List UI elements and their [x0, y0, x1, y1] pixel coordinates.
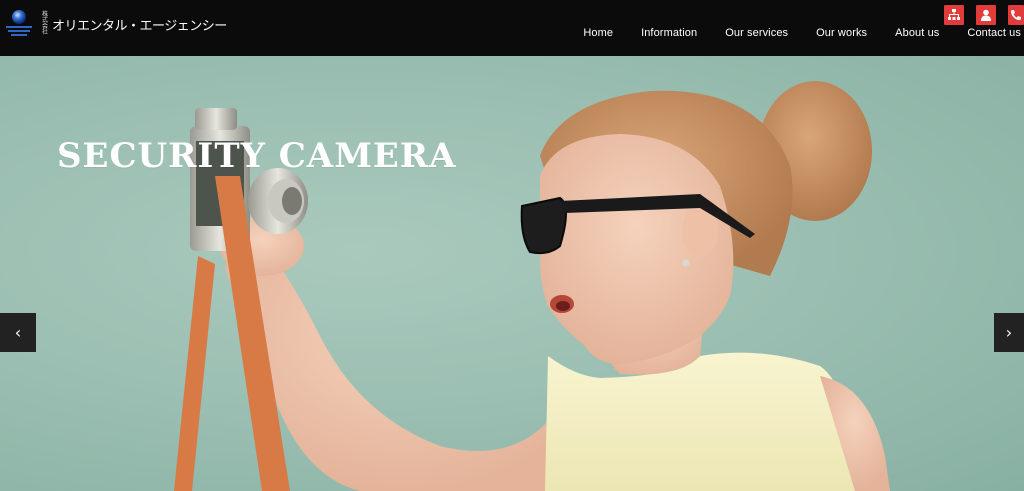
nav-home[interactable]: Home	[583, 27, 613, 39]
main-nav: Home Information Our services Our works …	[555, 27, 1021, 39]
nav-contact-us[interactable]: Contact us	[967, 27, 1021, 39]
slider-next-button[interactable]: ›	[994, 313, 1024, 352]
social-links	[944, 5, 1024, 25]
logo-globe-icon	[4, 9, 34, 39]
chevron-left-icon: ‹	[14, 322, 22, 342]
hero-slider: SECURITY CAMERA ‹ ›	[0, 56, 1024, 491]
hero-title: SECURITY CAMERA	[57, 136, 457, 176]
logo-corporate-mark: 株式会社	[42, 11, 48, 36]
site-logo[interactable]: 株式会社 オリエンタル・エージェンシー	[4, 8, 227, 40]
sitemap-icon[interactable]	[944, 5, 964, 25]
chevron-right-icon: ›	[1005, 322, 1013, 342]
hero-photo-girl-with-camera	[174, 81, 890, 491]
nav-our-works[interactable]: Our works	[816, 27, 867, 39]
site-header: 株式会社 オリエンタル・エージェンシー Home Information Our…	[0, 0, 1024, 56]
nav-information[interactable]: Information	[641, 27, 697, 39]
nav-our-services[interactable]: Our services	[725, 27, 788, 39]
logo-company-name: オリエンタル・エージェンシー	[52, 18, 227, 34]
phone-icon[interactable]	[1008, 5, 1024, 25]
nav-about-us[interactable]: About us	[895, 27, 939, 39]
slider-prev-button[interactable]: ‹	[0, 313, 36, 352]
user-icon[interactable]	[976, 5, 996, 25]
